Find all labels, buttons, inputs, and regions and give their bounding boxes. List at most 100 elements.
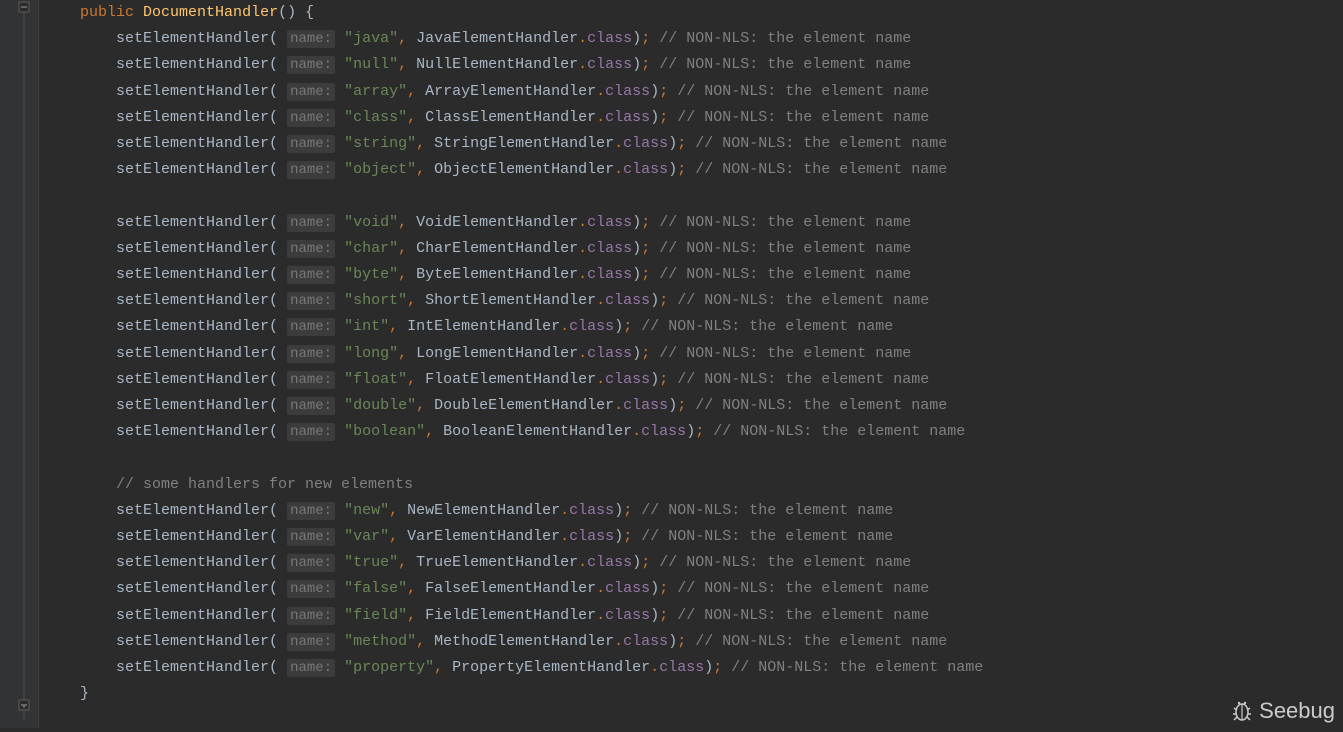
paren-open: (	[269, 580, 287, 597]
code-line[interactable]: setElementHandler( name: "false", FalseE…	[44, 576, 983, 602]
code-line[interactable]: setElementHandler( name: "object", Objec…	[44, 157, 983, 183]
method-call: setElementHandler	[116, 214, 269, 231]
handler-class: VoidElementHandler	[416, 214, 578, 231]
paren-open: (	[269, 161, 287, 178]
dot: .	[578, 214, 587, 231]
handler-class: FieldElementHandler	[425, 607, 596, 624]
method-call: setElementHandler	[116, 371, 269, 388]
method-call: setElementHandler	[116, 83, 269, 100]
code-line[interactable]: setElementHandler( name: "java", JavaEle…	[44, 26, 983, 52]
eol-comment: // NON-NLS: the element name	[695, 135, 947, 152]
code-line[interactable]: setElementHandler( name: "class", ClassE…	[44, 105, 983, 131]
eol-comment: // NON-NLS: the element name	[677, 292, 929, 309]
code-line[interactable]: setElementHandler( name: "char", CharEle…	[44, 236, 983, 262]
blank-line	[44, 445, 983, 471]
code-line[interactable]: setElementHandler( name: "double", Doubl…	[44, 393, 983, 419]
handler-class: PropertyElementHandler	[452, 659, 650, 676]
code-line[interactable]: setElementHandler( name: "boolean", Bool…	[44, 419, 983, 445]
code-line[interactable]: setElementHandler( name: "int", IntEleme…	[44, 314, 983, 340]
paren-open: (	[269, 83, 287, 100]
editor-gutter[interactable]	[0, 0, 39, 728]
paren-close: )	[632, 240, 641, 257]
code-line[interactable]: // some handlers for new elements	[44, 472, 983, 498]
handler-class: IntElementHandler	[407, 318, 560, 335]
paren-open: (	[269, 607, 287, 624]
method-call: setElementHandler	[116, 633, 269, 650]
handler-class: CharElementHandler	[416, 240, 578, 257]
method-call: setElementHandler	[116, 607, 269, 624]
string-literal: "true"	[344, 554, 398, 571]
code-line[interactable]: setElementHandler( name: "var", VarEleme…	[44, 524, 983, 550]
handler-class: NullElementHandler	[416, 56, 578, 73]
handler-class: LongElementHandler	[416, 345, 578, 362]
eol-comment: // NON-NLS: the element name	[659, 30, 911, 47]
dot: .	[614, 135, 623, 152]
handler-class: FloatElementHandler	[425, 371, 596, 388]
keyword-public: public	[80, 4, 134, 21]
dot: .	[578, 30, 587, 47]
paren-close: )	[686, 423, 695, 440]
semicolon: ;	[659, 580, 677, 597]
eol-comment: // NON-NLS: the element name	[659, 554, 911, 571]
method-call: setElementHandler	[116, 502, 269, 519]
code-line[interactable]: setElementHandler( name: "true", TrueEle…	[44, 550, 983, 576]
method-call: setElementHandler	[116, 240, 269, 257]
code-editor-content[interactable]: public DocumentHandler() { setElementHan…	[44, 0, 983, 707]
method-call: setElementHandler	[116, 30, 269, 47]
paren-close: )	[650, 292, 659, 309]
code-line[interactable]: setElementHandler( name: "field", FieldE…	[44, 603, 983, 629]
paren-open: (	[269, 135, 287, 152]
eol-comment: // NON-NLS: the element name	[695, 397, 947, 414]
comma: ,	[398, 554, 416, 571]
comma: ,	[389, 502, 407, 519]
param-hint: name:	[287, 607, 335, 625]
code-line[interactable]: setElementHandler( name: "null", NullEle…	[44, 52, 983, 78]
code-line[interactable]: setElementHandler( name: "method", Metho…	[44, 629, 983, 655]
code-line[interactable]: setElementHandler( name: "array", ArrayE…	[44, 79, 983, 105]
comma: ,	[416, 135, 434, 152]
param-hint: name:	[287, 135, 335, 153]
semicolon: ;	[623, 318, 641, 335]
dot: .	[596, 371, 605, 388]
paren-open: (	[269, 318, 287, 335]
dot: .	[614, 633, 623, 650]
method-call: setElementHandler	[116, 423, 269, 440]
param-hint: name:	[287, 56, 335, 74]
semicolon: ;	[641, 345, 659, 362]
class-field: class	[623, 397, 668, 414]
class-field: class	[587, 240, 632, 257]
dot: .	[560, 528, 569, 545]
code-line[interactable]: setElementHandler( name: "property", Pro…	[44, 655, 983, 681]
code-line[interactable]: }	[44, 681, 983, 707]
code-line[interactable]: setElementHandler( name: "float", FloatE…	[44, 367, 983, 393]
code-line[interactable]: setElementHandler( name: "short", ShortE…	[44, 288, 983, 314]
handler-class: JavaElementHandler	[416, 30, 578, 47]
paren-open: (	[269, 554, 287, 571]
method-call: setElementHandler	[116, 554, 269, 571]
paren-close: )	[668, 161, 677, 178]
paren-close: )	[650, 580, 659, 597]
semicolon: ;	[713, 659, 731, 676]
param-hint: name:	[287, 109, 335, 127]
comma: ,	[389, 528, 407, 545]
code-line[interactable]: setElementHandler( name: "new", NewEleme…	[44, 498, 983, 524]
code-line[interactable]: setElementHandler( name: "string", Strin…	[44, 131, 983, 157]
code-line[interactable]: setElementHandler( name: "long", LongEle…	[44, 341, 983, 367]
dot: .	[650, 659, 659, 676]
semicolon: ;	[659, 292, 677, 309]
semicolon: ;	[659, 83, 677, 100]
handler-class: ClassElementHandler	[425, 109, 596, 126]
string-literal: "long"	[344, 345, 398, 362]
watermark-text: Seebug	[1259, 698, 1335, 724]
code-line[interactable]: setElementHandler( name: "void", VoidEle…	[44, 210, 983, 236]
param-hint: name:	[287, 83, 335, 101]
code-line[interactable]: public DocumentHandler() {	[44, 0, 983, 26]
handler-class: NewElementHandler	[407, 502, 560, 519]
eol-comment: // NON-NLS: the element name	[659, 266, 911, 283]
fold-indicators-icon	[0, 0, 38, 728]
param-hint: name:	[287, 214, 335, 232]
dot: .	[578, 240, 587, 257]
string-literal: "int"	[344, 318, 389, 335]
method-call: setElementHandler	[116, 266, 269, 283]
code-line[interactable]: setElementHandler( name: "byte", ByteEle…	[44, 262, 983, 288]
